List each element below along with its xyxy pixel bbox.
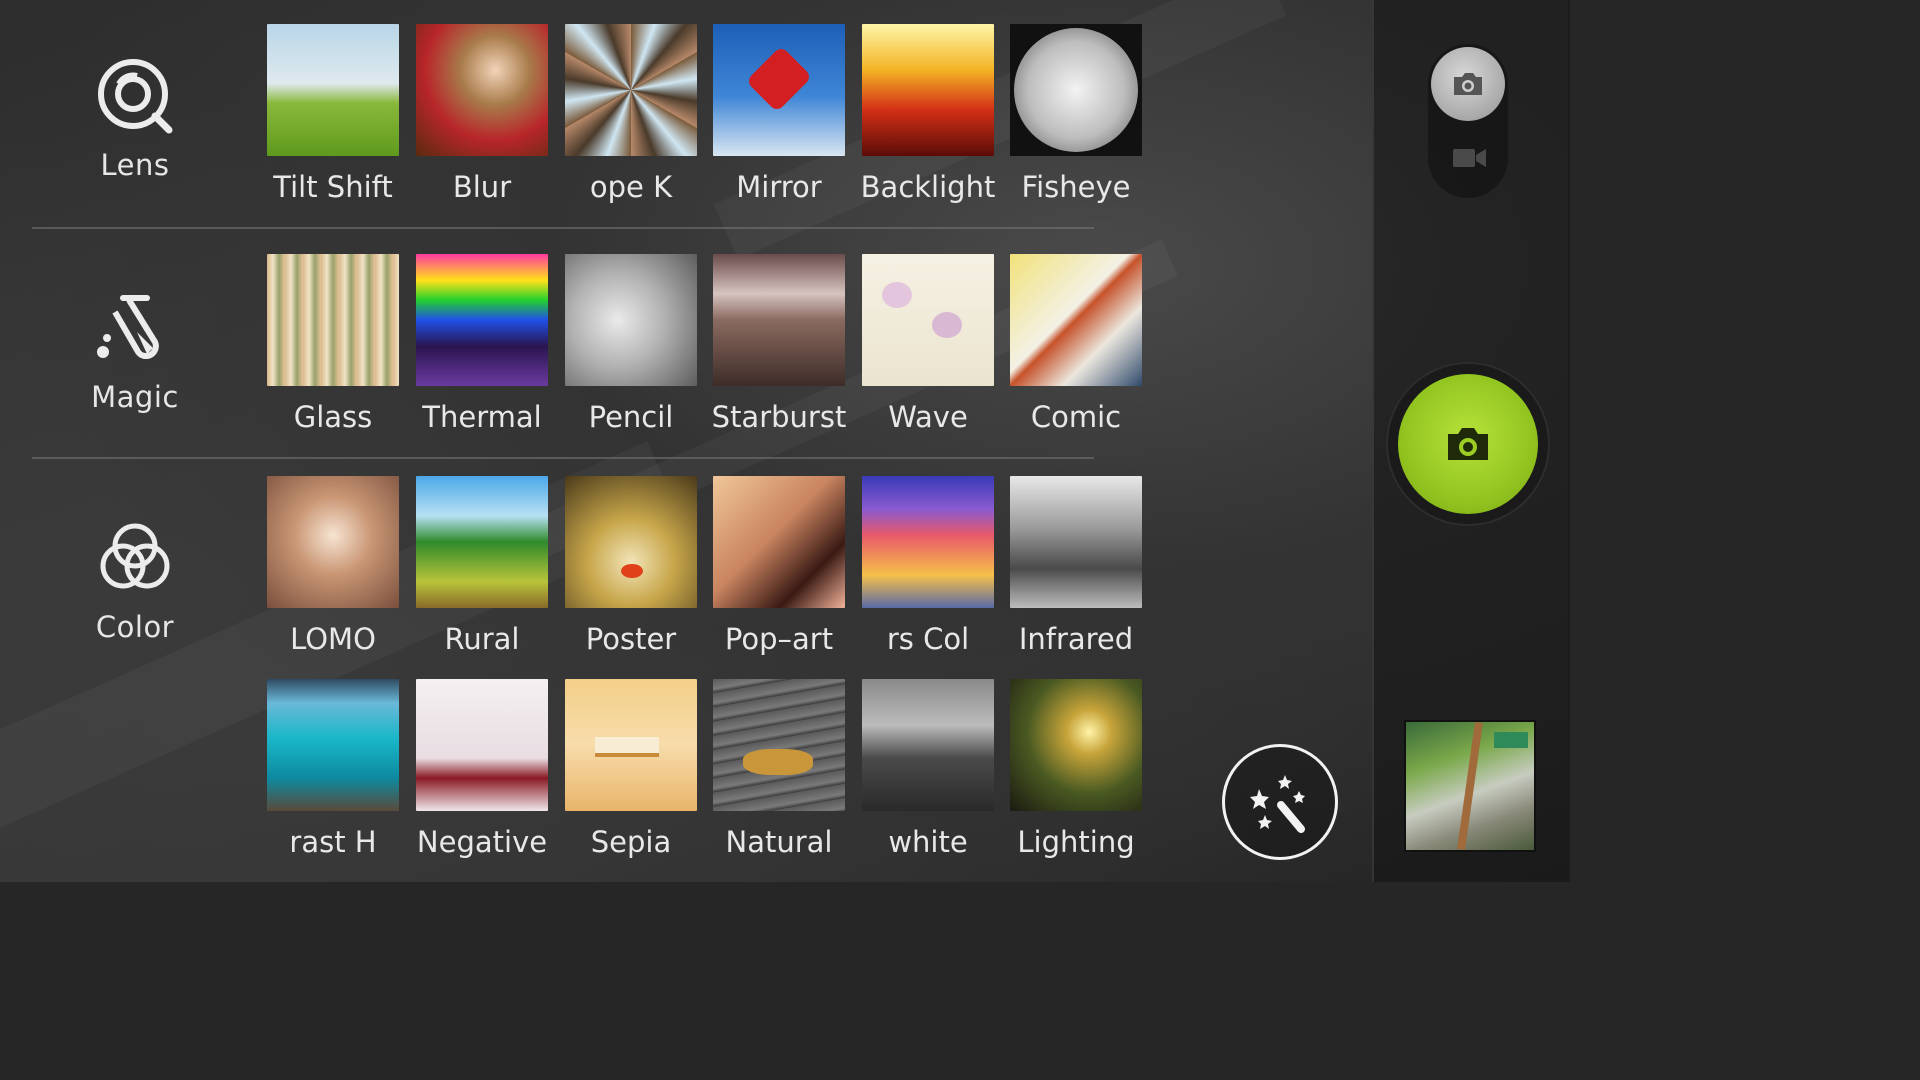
camera-icon [1448,428,1488,460]
filter-thumbnail-comic[interactable] [1010,254,1142,386]
filter-thumbnail-poster[interactable] [565,476,697,608]
filter-label: Negative [416,825,548,859]
filter-thumbnail-wave[interactable] [862,254,994,386]
filter-thumbnail-infrared[interactable] [1010,476,1142,608]
row-divider [32,227,1094,229]
filter-label: white [888,825,968,859]
filter-panel: Lens Magic Color Tilt Shift Blur ope K M… [0,0,1370,882]
camera-icon [1454,73,1482,95]
video-camera-icon [1453,149,1486,167]
shutter-button[interactable] [1398,374,1538,514]
filter-thumbnail-natural[interactable] [713,679,845,811]
filter-thumbnail-fisheye[interactable] [1010,24,1142,156]
filter-label: Fisheye [1021,170,1131,204]
filter-label: Thermal [422,400,542,434]
filter-label: Blur [452,170,512,204]
filter-label: Backlight [860,170,996,204]
filter-thumbnail-mirror[interactable] [713,24,845,156]
category-label: Magic [91,380,179,414]
filter-label: Wave [888,400,968,434]
filter-thumbnail-negative[interactable] [416,679,548,811]
filter-label: Pop–art [724,622,834,656]
filter-label: Comic [1030,400,1122,434]
gallery-thumbnail[interactable] [1404,720,1536,852]
video-mode-button[interactable] [1452,145,1488,175]
filter-label: Mirror [736,170,822,204]
filter-thumbnail-backlight[interactable] [862,24,994,156]
category-lens[interactable]: Lens [30,58,240,182]
color-circles-icon [100,523,170,589]
filter-thumbnail-lomo[interactable] [267,476,399,608]
filter-label: Starburst [711,400,847,434]
filter-label: Natural [725,825,833,859]
lens-icon [98,59,173,134]
filter-label: Lighting [1017,825,1135,859]
filter-thumbnail-pop-art[interactable] [713,476,845,608]
filter-thumbnail-pencil[interactable] [565,254,697,386]
filter-thumbnail-sepia[interactable] [565,679,697,811]
filter-label: ope K [589,170,673,204]
filter-label: LOMO [290,622,376,656]
filter-thumbnail-thermal[interactable] [416,254,548,386]
filter-label: Poster [585,622,677,656]
filter-thumbnail-kaleidoscope[interactable] [565,24,697,156]
filter-label: Rural [444,622,520,656]
category-color[interactable]: Color [30,520,240,644]
filter-thumbnail-sunset-colors[interactable] [862,476,994,608]
row-divider [32,457,1094,459]
category-label: Lens [100,148,170,182]
filter-thumbnail-black-white[interactable] [862,679,994,811]
filter-thumbnail-contrast[interactable] [267,679,399,811]
filter-thumbnail-lighting[interactable] [1010,679,1142,811]
filter-label: Pencil [588,400,674,434]
filter-thumbnail-starburst[interactable] [713,254,845,386]
filter-label: rast H [289,825,377,859]
filter-label: Glass [293,400,373,434]
filter-thumbnail-tilt-shift[interactable] [267,24,399,156]
category-label: Color [95,610,175,644]
flask-icon [97,295,159,359]
category-magic[interactable]: Magic [30,290,240,414]
filter-label: Infrared [1018,622,1134,656]
magic-wand-icon [1250,775,1305,833]
magic-effects-button[interactable] [1222,744,1338,860]
filter-label: Sepia [590,825,672,859]
filter-label: Tilt Shift [273,170,393,204]
photo-mode-button[interactable] [1431,47,1505,121]
filter-thumbnail-rural[interactable] [416,476,548,608]
filter-label: rs Col [886,622,970,656]
filter-thumbnail-glass[interactable] [267,254,399,386]
filter-thumbnail-blur[interactable] [416,24,548,156]
